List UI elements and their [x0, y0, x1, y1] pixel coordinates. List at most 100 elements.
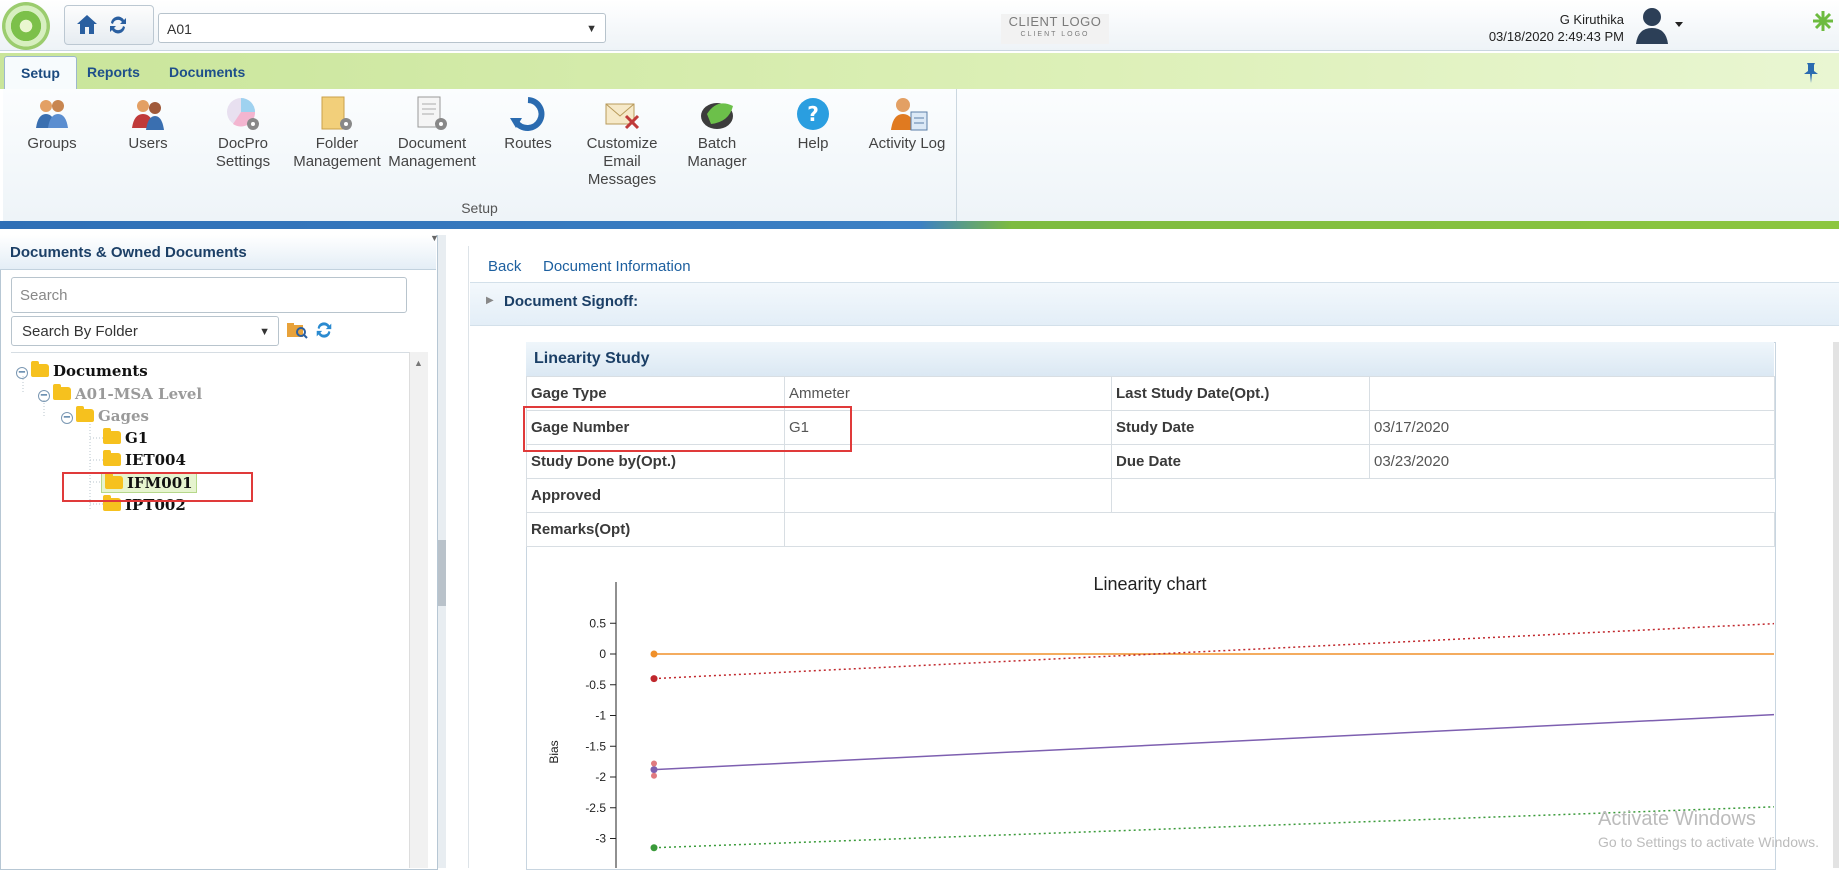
- data-point: [651, 772, 657, 779]
- tree-node-iet004[interactable]: IET004: [103, 450, 186, 469]
- app-logo[interactable]: [2, 2, 50, 50]
- home-icon[interactable]: [75, 13, 99, 38]
- tree-node-label: Gages: [98, 407, 150, 425]
- users-button[interactable]: Users: [103, 96, 193, 153]
- folder-icon: [53, 384, 71, 400]
- expand-icon[interactable]: ▶: [486, 295, 494, 306]
- tree-scrollbar[interactable]: ▲: [409, 352, 428, 868]
- due-date-label: Due Date: [1111, 444, 1370, 479]
- y-tick-label: 0.5: [589, 616, 606, 630]
- tree-node-g1[interactable]: G1: [103, 428, 149, 447]
- last-study-date-label: Last Study Date(Opt.): [1111, 376, 1370, 411]
- activate-windows-subtitle: Go to Settings to activate Windows.: [1598, 834, 1819, 850]
- docpro-settings-icon: [225, 96, 261, 132]
- email-messages-icon: [604, 96, 640, 132]
- svg-text:?: ?: [807, 102, 819, 126]
- batch-manager-label: Batch Manager: [687, 135, 747, 170]
- site-selector-value: A01: [167, 21, 192, 37]
- refresh-tree-icon[interactable]: [314, 320, 334, 343]
- client-logo-subtext: CLIENT LOGO: [1020, 31, 1090, 38]
- folder-management-label: Folder Management: [293, 135, 381, 170]
- customize-email-messages-button[interactable]: Customize Email Messages: [577, 96, 667, 189]
- document-information-link[interactable]: Document Information: [543, 258, 691, 275]
- tree-node-label: IET004: [125, 451, 186, 469]
- gage-number-highlight: [523, 406, 852, 452]
- batch-manager-icon: [699, 96, 735, 132]
- tree-node-label: G1: [125, 429, 149, 447]
- routes-icon: [510, 96, 546, 132]
- pin-icon[interactable]: [1801, 62, 1821, 87]
- approved-label: Approved: [526, 478, 785, 513]
- refresh-icon[interactable]: [107, 14, 129, 39]
- folder-icon: [31, 361, 49, 377]
- folder-management-button[interactable]: Folder Management: [292, 96, 382, 171]
- scroll-up-icon[interactable]: ▲: [414, 358, 423, 368]
- find-folder-icon[interactable]: [286, 320, 308, 343]
- tab-documents[interactable]: Documents: [153, 56, 261, 89]
- ribbon-group-caption: Setup: [461, 200, 498, 216]
- tab-bar: [0, 53, 1839, 89]
- back-link[interactable]: Back: [488, 258, 521, 275]
- empty-cell: [1112, 479, 1370, 513]
- help-button[interactable]: ? Help: [768, 96, 858, 153]
- activate-windows-title: Activate Windows: [1598, 808, 1756, 830]
- users-icon: [130, 96, 166, 132]
- folder-icon: [76, 406, 94, 422]
- card-title: Linearity Study: [534, 350, 650, 367]
- routes-label: Routes: [504, 135, 552, 152]
- client-logo: CLIENT LOGO CLIENT LOGO: [1001, 14, 1109, 44]
- card-header: [526, 342, 1774, 377]
- due-date-value: 03/23/2020: [1369, 444, 1775, 479]
- avatar[interactable]: [1632, 4, 1683, 46]
- selection-highlight: [62, 472, 253, 502]
- y-tick-label: -2: [595, 770, 606, 784]
- y-axis-label: Bias: [547, 740, 561, 763]
- empty-cell: [1370, 479, 1775, 513]
- series-point-3: [650, 844, 658, 852]
- routes-button[interactable]: Routes: [483, 96, 573, 153]
- y-tick-label: -1.5: [585, 739, 606, 753]
- collapse-icon[interactable]: −: [38, 390, 50, 402]
- tab-reports[interactable]: Reports: [71, 56, 156, 89]
- folder-icon: [103, 428, 121, 444]
- activity-log-button[interactable]: Activity Log: [862, 96, 952, 153]
- chart-title: Linearity chart: [1093, 574, 1206, 594]
- tree-node-documents[interactable]: − Documents: [16, 361, 148, 380]
- docpro-settings-button[interactable]: DocPro Settings: [198, 96, 288, 171]
- document-management-label: Document Management: [388, 135, 476, 170]
- linearity-chart: Linearity chart 0.5 0 -0.5 -1 -1.5 -2 -2.5 -3 Bia…: [547, 574, 1774, 868]
- main-scrollbar[interactable]: [1833, 342, 1839, 868]
- series-point-0: [650, 650, 658, 658]
- series-line-1: [653, 622, 1774, 680]
- splitter-handle[interactable]: [438, 540, 446, 606]
- tree-node-label: A01-MSA Level: [75, 385, 203, 403]
- data-point: [651, 760, 657, 767]
- collapse-icon[interactable]: −: [61, 412, 73, 424]
- groups-button[interactable]: Groups: [7, 96, 97, 153]
- series-line-2: [653, 713, 1774, 771]
- collapse-icon[interactable]: −: [16, 367, 28, 379]
- tree-node-a01-msa-level[interactable]: − A01-MSA Level: [38, 384, 203, 403]
- user-name: G Kiruthika: [1559, 12, 1624, 27]
- document-signoff-section[interactable]: [470, 282, 1839, 326]
- study-date-value: 03/17/2020: [1369, 410, 1775, 445]
- tab-setup[interactable]: Setup: [4, 56, 77, 90]
- search-input[interactable]: [11, 277, 407, 313]
- batch-manager-button[interactable]: Batch Manager: [672, 96, 762, 171]
- search-by-select[interactable]: Search By Folder ▼: [11, 316, 279, 346]
- tree-node-label: Documents: [53, 362, 148, 380]
- site-selector[interactable]: A01 ▼: [158, 13, 606, 43]
- client-logo-text: CLIENT LOGO: [1008, 14, 1102, 29]
- y-tick-label: -2.5: [585, 801, 606, 815]
- groups-icon: [34, 96, 70, 132]
- folder-management-icon: [319, 96, 355, 132]
- document-management-button[interactable]: Document Management: [387, 96, 477, 171]
- groups-label: Groups: [27, 135, 77, 152]
- remarks-label: Remarks(Opt): [526, 512, 785, 547]
- docpro-settings-label: DocPro Settings: [215, 135, 271, 170]
- approved-value: [784, 478, 1112, 513]
- divider-strip: [0, 221, 1839, 229]
- tree-node-gages[interactable]: − Gages: [61, 406, 150, 425]
- series-point-1: [650, 675, 658, 683]
- users-label: Users: [128, 135, 168, 152]
